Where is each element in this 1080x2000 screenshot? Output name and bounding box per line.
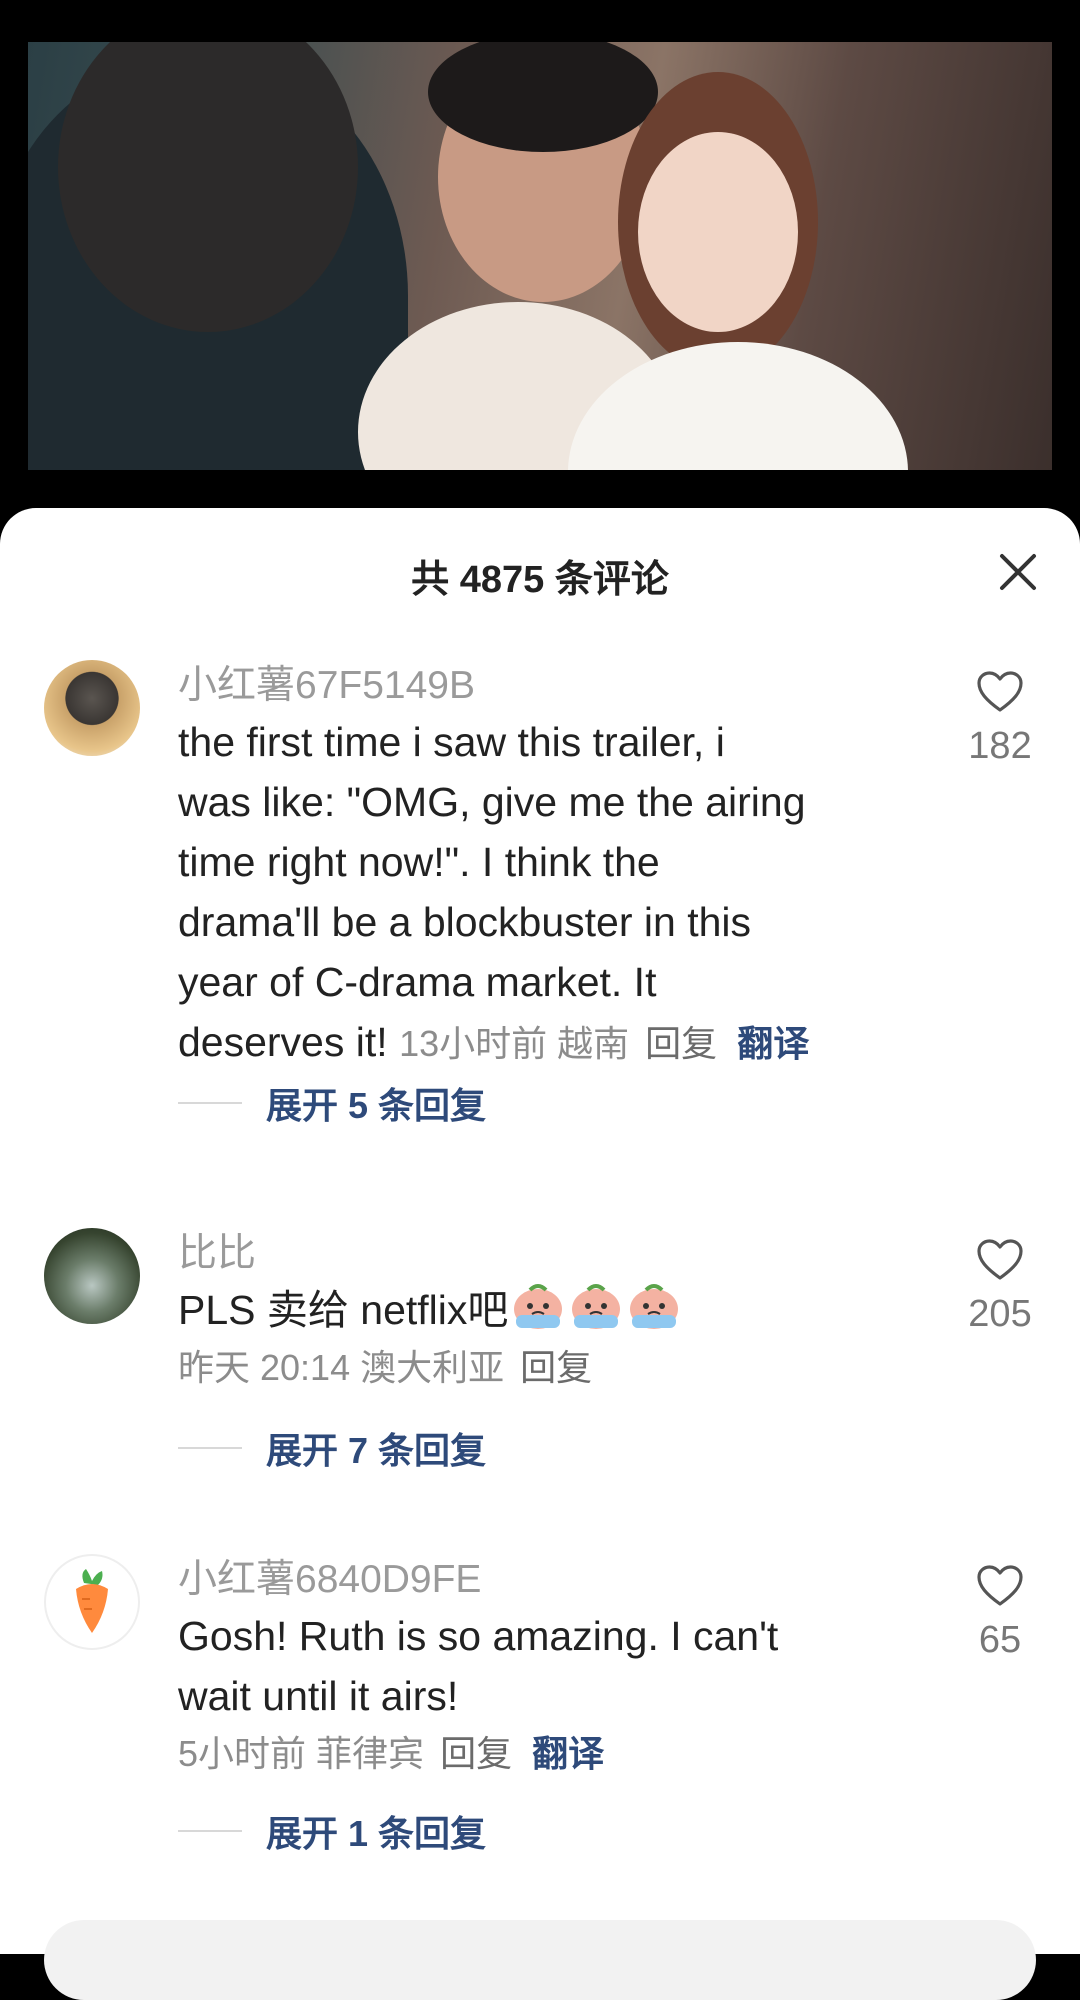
comment-input-bar[interactable]: [44, 1920, 1036, 2000]
comment-text-last-line: deserves it! 13小时前 越南 回复 翻译: [178, 1012, 938, 1072]
comment-time: 5小时前: [178, 1733, 307, 1774]
heart-outline-icon: [977, 671, 1023, 712]
expand-replies-button[interactable]: 展开 7 条回复: [178, 1423, 486, 1473]
comment-meta: 5小时前 菲律宾 回复 翻译: [178, 1726, 938, 1782]
username[interactable]: 小红薯6840D9FE: [178, 1554, 938, 1606]
reply-button[interactable]: 回复: [440, 1733, 512, 1774]
heart-outline-icon: [977, 1239, 1023, 1280]
expand-replies-label: 展开 5 条回复: [266, 1085, 487, 1126]
sheet-header: 共 4875 条评论: [0, 508, 1080, 638]
comment-time: 13小时前: [399, 1023, 548, 1064]
comment-text: PLS 卖给 netflix吧: [178, 1280, 938, 1340]
figure-right-head: [638, 132, 798, 332]
divider-line: [178, 1102, 242, 1104]
expand-replies-button[interactable]: 展开 5 条回复: [178, 1078, 486, 1128]
comment-location: 越南: [557, 1023, 630, 1064]
comment-location: 菲律宾: [316, 1733, 425, 1774]
crying-face-emoji-icon: [508, 1284, 566, 1333]
divider-line: [178, 1447, 242, 1449]
expand-replies-label: 展开 1 条回复: [266, 1813, 487, 1854]
comment-meta: 昨天 20:14 澳大利亚 回复: [178, 1340, 938, 1396]
comment-meta: 13小时前 越南 回复 翻译: [399, 1023, 809, 1064]
like-count: 182: [968, 725, 1032, 767]
like-button[interactable]: 65: [940, 1564, 1060, 1662]
divider-line: [178, 1830, 242, 1832]
comment-location: 澳大利亚: [360, 1347, 505, 1388]
avatar[interactable]: [44, 660, 140, 756]
video-player[interactable]: [0, 0, 1080, 510]
heart-outline-icon: [977, 1565, 1023, 1606]
reply-button[interactable]: 回复: [520, 1347, 592, 1388]
like-count: 65: [978, 1619, 1022, 1661]
expand-replies-label: 展开 7 条回复: [266, 1430, 487, 1471]
crying-face-emoji-icon: [566, 1284, 624, 1333]
username[interactable]: 小红薯67F5149B: [178, 660, 938, 712]
like-count: 205: [968, 1293, 1032, 1335]
translate-button[interactable]: 翻译: [532, 1733, 604, 1774]
comment-text-line: was like: "OMG, give me the airing: [178, 779, 806, 825]
carrot-avatar-icon: [76, 1569, 108, 1633]
comment-text: Gosh! Ruth is so amazing. I can't wait u…: [178, 1606, 938, 1726]
avatar[interactable]: [44, 1228, 140, 1324]
like-button[interactable]: 205: [940, 1238, 1060, 1336]
close-button[interactable]: [990, 544, 1046, 600]
translate-button[interactable]: 翻译: [737, 1023, 809, 1064]
crying-face-emoji-icon: [624, 1284, 682, 1333]
comment-text: the first time i saw this trailer, i was…: [178, 712, 938, 1072]
comment-text-line: wait until it airs!: [178, 1673, 459, 1719]
close-icon: [1000, 554, 1036, 590]
expand-replies-button[interactable]: 展开 1 条回复: [178, 1806, 486, 1856]
comment-text-line: Gosh! Ruth is so amazing. I can't: [178, 1613, 779, 1659]
comment-text-line: PLS 卖给 netflix吧: [178, 1287, 509, 1333]
comment-text-line: time right now!". I think the: [178, 839, 660, 885]
comment-text-line: the first time i saw this trailer, i: [178, 719, 725, 765]
comment-text-line: year of C-drama market. It: [178, 959, 657, 1005]
avatar[interactable]: [44, 1554, 140, 1650]
video-frame: [28, 42, 1052, 470]
comment-text-line: drama'll be a blockbuster in this: [178, 899, 751, 945]
reply-button[interactable]: 回复: [645, 1023, 717, 1064]
username[interactable]: 比比: [178, 1228, 938, 1280]
comments-sheet: 共 4875 条评论 小红薯67F5149B the first time i …: [0, 508, 1080, 2000]
like-button[interactable]: 182: [940, 670, 1060, 768]
comment-text-line: deserves it!: [178, 1019, 388, 1065]
comment-count-title: 共 4875 条评论: [411, 559, 669, 601]
comment-time: 昨天 20:14: [178, 1347, 351, 1388]
